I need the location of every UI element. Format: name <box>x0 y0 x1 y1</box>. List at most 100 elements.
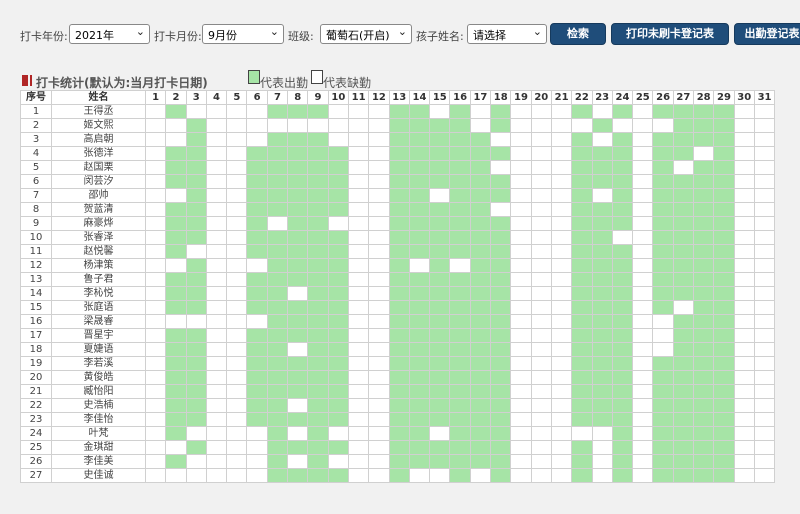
day-cell-present <box>388 244 410 259</box>
day-cell-present <box>713 146 735 161</box>
day-cell-absent <box>368 454 390 469</box>
day-cell-absent <box>287 398 309 413</box>
row-index: 9 <box>20 216 52 231</box>
day-cell-present <box>388 188 410 203</box>
day-cell-present <box>611 384 634 399</box>
day-cell-absent <box>144 328 167 343</box>
day-cell-present <box>307 412 329 427</box>
day-cell-present <box>185 118 207 133</box>
day-cell-absent <box>144 118 167 133</box>
day-cell-absent <box>490 160 512 175</box>
day-cell-present <box>571 132 593 147</box>
day-cell-absent <box>469 104 492 119</box>
day-cell-absent <box>144 174 167 189</box>
day-cell-present <box>713 342 735 357</box>
day-cell-present <box>611 286 634 301</box>
day-cell-absent <box>652 118 674 133</box>
day-cell-present <box>469 328 492 343</box>
day-cell-present <box>672 454 695 469</box>
row-index: 1 <box>20 104 52 119</box>
day-cell-present <box>266 412 289 427</box>
day-cell-present <box>429 314 451 329</box>
day-cell-present <box>449 174 471 189</box>
day-cell-absent <box>205 426 228 441</box>
row-name: 金琪甜 <box>51 440 146 455</box>
day-cell-present <box>591 342 613 357</box>
day-cell-present <box>388 384 410 399</box>
day-cell-present <box>307 244 329 259</box>
day-cell-absent <box>144 146 167 161</box>
month-select[interactable]: 9月份 ⌄ <box>202 24 284 44</box>
day-cell-absent <box>550 314 573 329</box>
day-cell-present <box>672 440 695 455</box>
day-cell-present <box>185 398 207 413</box>
day-cell-present <box>591 174 613 189</box>
day-cell-present <box>490 426 512 441</box>
day-cell-absent <box>165 258 187 273</box>
day-cell-absent <box>185 244 207 259</box>
class-select[interactable]: 葡萄石(开启) ⌄ <box>320 24 412 44</box>
day-cell-present <box>672 370 695 385</box>
day-cell-present <box>185 132 207 147</box>
day-cell-absent <box>733 132 755 147</box>
row-name: 鲁子君 <box>51 272 146 287</box>
day-cell-absent <box>246 440 268 455</box>
day-cell-absent <box>246 426 268 441</box>
day-cell-present <box>246 356 268 371</box>
day-cell-present <box>388 202 410 217</box>
day-cell-present <box>408 342 431 357</box>
attendance-register-button[interactable]: 出勤登记表 <box>734 23 800 45</box>
day-cell-absent <box>347 286 370 301</box>
day-cell-present <box>246 412 268 427</box>
day-cell-present <box>490 244 512 259</box>
legend-absent-label: 代表缺勤 <box>323 76 372 90</box>
day-cell-present <box>287 384 309 399</box>
day-cell-absent <box>144 286 167 301</box>
day-cell-present <box>672 146 695 161</box>
day-cell-absent <box>144 370 167 385</box>
day-cell-present <box>429 454 451 469</box>
day-cell-present <box>693 104 715 119</box>
day-cell-absent <box>205 384 228 399</box>
day-cell-absent <box>530 342 552 357</box>
day-cell-present <box>429 398 451 413</box>
day-cell-present <box>307 230 329 245</box>
day-cell-present <box>611 258 634 273</box>
day-cell-absent <box>571 426 593 441</box>
day-cell-absent <box>449 258 471 273</box>
row-name: 贺蓝清 <box>51 202 146 217</box>
day-cell-present <box>287 230 309 245</box>
day-cell-absent <box>632 104 654 119</box>
day-cell-present <box>287 174 309 189</box>
day-cell-absent <box>632 230 654 245</box>
day-cell-present <box>591 398 613 413</box>
search-button[interactable]: 检索 <box>550 23 606 45</box>
row-index: 15 <box>20 300 52 315</box>
print-unpunched-button[interactable]: 打印未刷卡登记表 <box>611 23 729 45</box>
day-cell-present <box>571 384 593 399</box>
day-header: 17 <box>469 90 492 105</box>
row-index: 16 <box>20 314 52 329</box>
day-cell-absent <box>753 328 776 343</box>
day-cell-present <box>408 132 431 147</box>
day-cell-present <box>571 468 593 483</box>
day-cell-absent <box>510 146 532 161</box>
child-select[interactable]: 请选择 ⌄ <box>467 24 547 44</box>
day-header: 1 <box>144 90 167 105</box>
day-cell-present <box>185 272 207 287</box>
day-cell-absent <box>144 426 167 441</box>
day-cell-absent <box>368 468 390 483</box>
day-cell-present <box>307 202 329 217</box>
row-name: 杨津策 <box>51 258 146 273</box>
day-cell-absent <box>510 272 532 287</box>
day-cell-present <box>287 328 309 343</box>
year-select[interactable]: 2021年 ⌄ <box>69 24 150 44</box>
day-cell-present <box>693 370 715 385</box>
chevron-down-icon: ⌄ <box>135 25 145 38</box>
day-cell-absent <box>205 202 228 217</box>
table-row: 18 夏婕语 <box>20 342 776 357</box>
day-cell-absent <box>165 188 187 203</box>
day-cell-absent <box>327 426 349 441</box>
day-cell-absent <box>510 314 532 329</box>
day-cell-present <box>449 146 471 161</box>
